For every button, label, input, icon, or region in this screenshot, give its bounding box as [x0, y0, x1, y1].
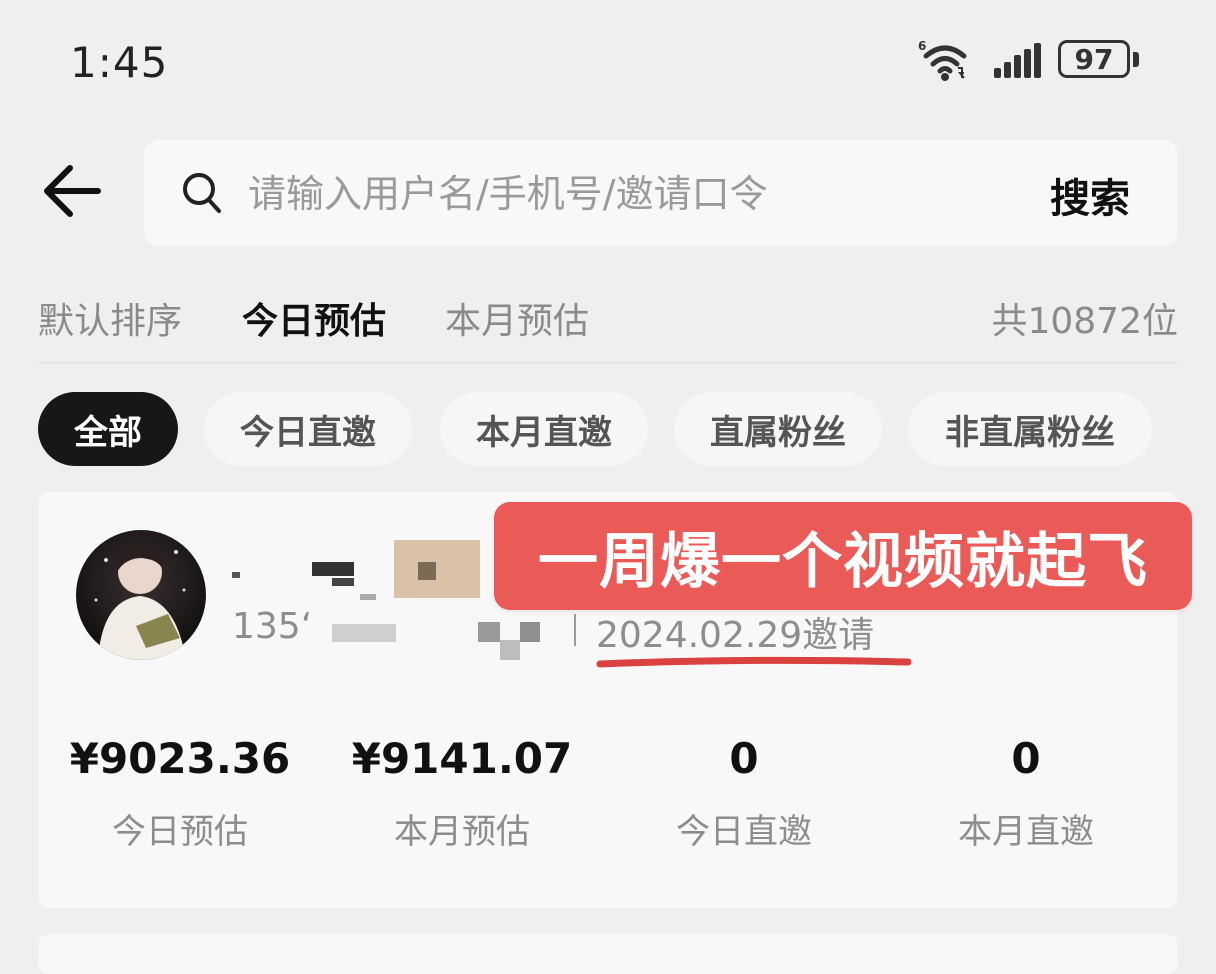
- battery-level: 97: [1058, 40, 1130, 78]
- wifi-badge: 6: [918, 39, 926, 53]
- stat-today-direct-label: 今日直邀: [676, 812, 812, 852]
- search-icon: [183, 173, 221, 213]
- wifi-icon: 6: [918, 39, 967, 81]
- stat-month-direct-label: 本月直邀: [958, 812, 1094, 852]
- avatar: [76, 530, 206, 660]
- stat-today-estimate-label: 今日预估: [112, 812, 248, 852]
- stat-today-direct-value: 0: [729, 734, 759, 783]
- tab-default-sort[interactable]: 默认排序: [38, 292, 182, 344]
- stat-today-estimate-value: ¥9023.36: [69, 734, 291, 783]
- redacted-name: [312, 562, 354, 576]
- redacted-name: [418, 562, 436, 580]
- total-count: 共10872位: [991, 301, 1178, 342]
- redacted-name: [332, 578, 354, 586]
- divider: [38, 362, 1178, 364]
- redacted-name: [360, 594, 376, 600]
- separator: [574, 614, 576, 646]
- redacted-phone: [478, 622, 500, 642]
- battery-icon: 97: [1058, 40, 1142, 82]
- back-arrow-icon[interactable]: [40, 162, 104, 220]
- redacted-phone: [332, 624, 396, 642]
- stat-month-direct-value: 0: [1011, 734, 1041, 783]
- status-time: 1:45: [70, 38, 169, 87]
- chip-direct-fans[interactable]: 直属粉丝: [674, 392, 882, 466]
- chip-month-direct-invite[interactable]: 本月直邀: [440, 392, 648, 466]
- search-button[interactable]: 搜索: [1050, 166, 1130, 224]
- tab-today-estimate[interactable]: 今日预估: [242, 292, 386, 344]
- promo-overlay-banner: 一周爆一个视频就起飞: [494, 502, 1192, 610]
- redacted-phone: [500, 640, 520, 660]
- stat-month-estimate-label: 本月预估: [394, 812, 530, 852]
- red-underline-annotation: [596, 656, 912, 668]
- next-user-card[interactable]: [38, 934, 1178, 974]
- chip-non-direct-fans[interactable]: 非直属粉丝: [908, 392, 1152, 466]
- search-input[interactable]: [248, 166, 1008, 222]
- tab-month-estimate[interactable]: 本月预估: [445, 292, 589, 344]
- redacted-name: [232, 572, 240, 578]
- redacted-phone: [520, 622, 540, 642]
- redacted-name: [394, 540, 480, 598]
- signal-icon: [994, 43, 1041, 78]
- user-phone: 135ʻ: [232, 606, 313, 647]
- chip-all[interactable]: 全部: [38, 392, 178, 466]
- invite-date: 2024.02.29邀请: [596, 615, 875, 656]
- stat-month-estimate-value: ¥9141.07: [351, 734, 573, 783]
- chip-today-direct-invite[interactable]: 今日直邀: [204, 392, 412, 466]
